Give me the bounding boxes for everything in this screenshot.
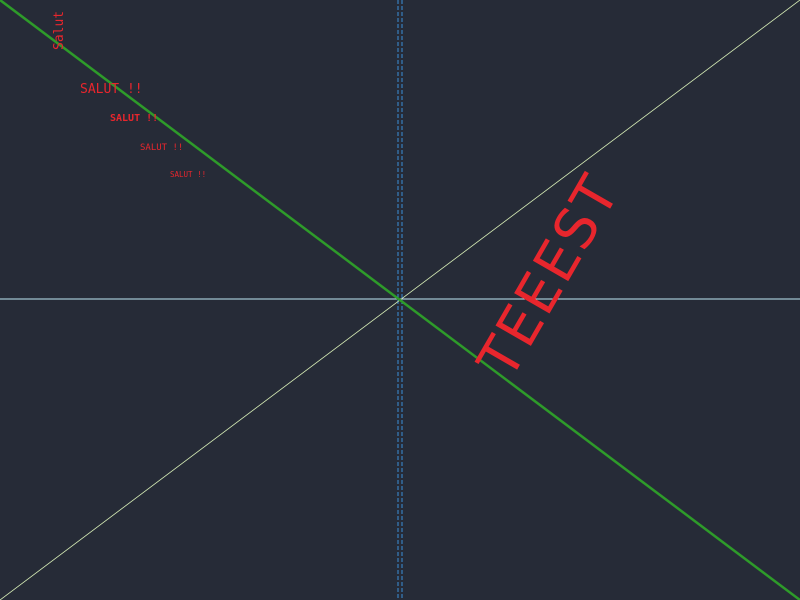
salut-text-3: SALUT !! <box>140 143 183 153</box>
salut-text-2: SALUT !! <box>110 113 158 124</box>
salut-text-4: SALUT !! <box>170 170 206 179</box>
vertical-salut-text: Salut <box>52 11 67 50</box>
drawing-canvas: Salut SALUT !! SALUT !! SALUT !! SALUT !… <box>0 0 800 600</box>
salut-text-1: SALUT !! <box>80 82 143 97</box>
